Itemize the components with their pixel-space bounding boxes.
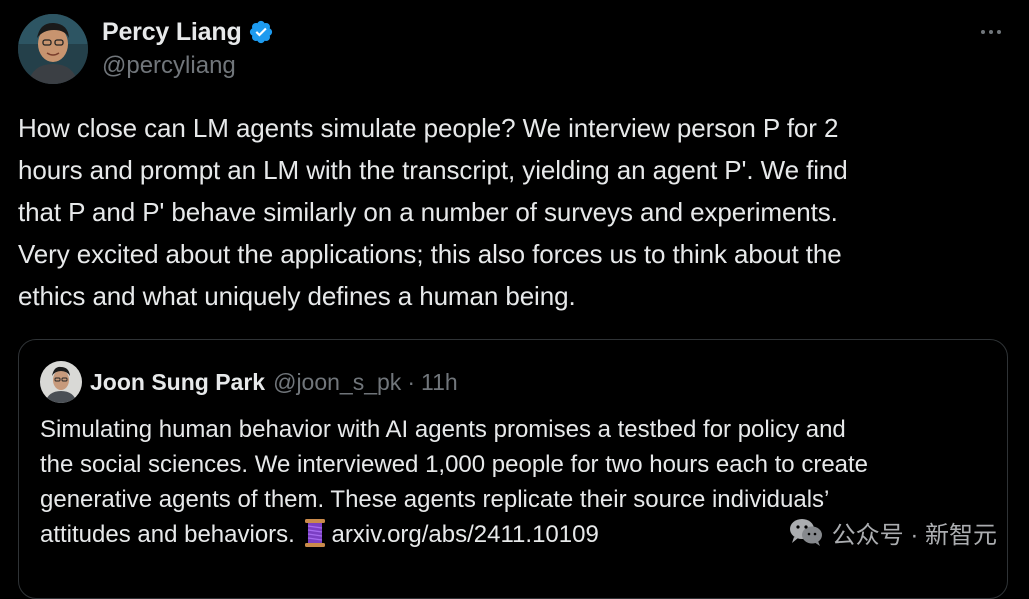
quoted-author-name[interactable]: Joon Sung Park <box>90 369 265 396</box>
avatar <box>40 361 82 403</box>
ellipsis-icon[interactable] <box>975 20 1007 44</box>
quoted-author-handle[interactable]: @joon_s_pk <box>273 369 401 396</box>
watermark: 公众号 · 新智元 <box>788 514 997 550</box>
author-handle[interactable]: @percyliang <box>102 52 274 80</box>
thread-spool-icon <box>304 519 325 547</box>
author-name-row: Percy Liang <box>102 14 274 50</box>
quoted-tweet-card[interactable]: Joon Sung Park @joon_s_pk · 11h Simulati… <box>18 339 1008 599</box>
wechat-icon <box>789 519 822 546</box>
verified-badge-icon[interactable] <box>248 19 274 45</box>
author-name[interactable]: Percy Liang <box>102 18 242 47</box>
author-block: Percy Liang @percyliang <box>102 14 274 80</box>
quoted-tweet-header: Joon Sung Park @joon_s_pk · 11h <box>40 360 458 404</box>
quoted-timestamp[interactable]: 11h <box>421 369 458 396</box>
watermark-text: 公众号 · 新智元 <box>831 521 997 549</box>
tweet-header: Percy Liang @percyliang <box>18 14 1011 86</box>
separator-dot: · <box>407 368 415 395</box>
person-avatar-icon <box>40 361 82 403</box>
avatar[interactable] <box>18 14 88 84</box>
tweet-text: How close can LM agents simulate people?… <box>18 113 848 311</box>
person-avatar-icon <box>18 14 88 84</box>
arxiv-link[interactable]: arxiv.org/abs/2411.10109 <box>332 521 599 548</box>
